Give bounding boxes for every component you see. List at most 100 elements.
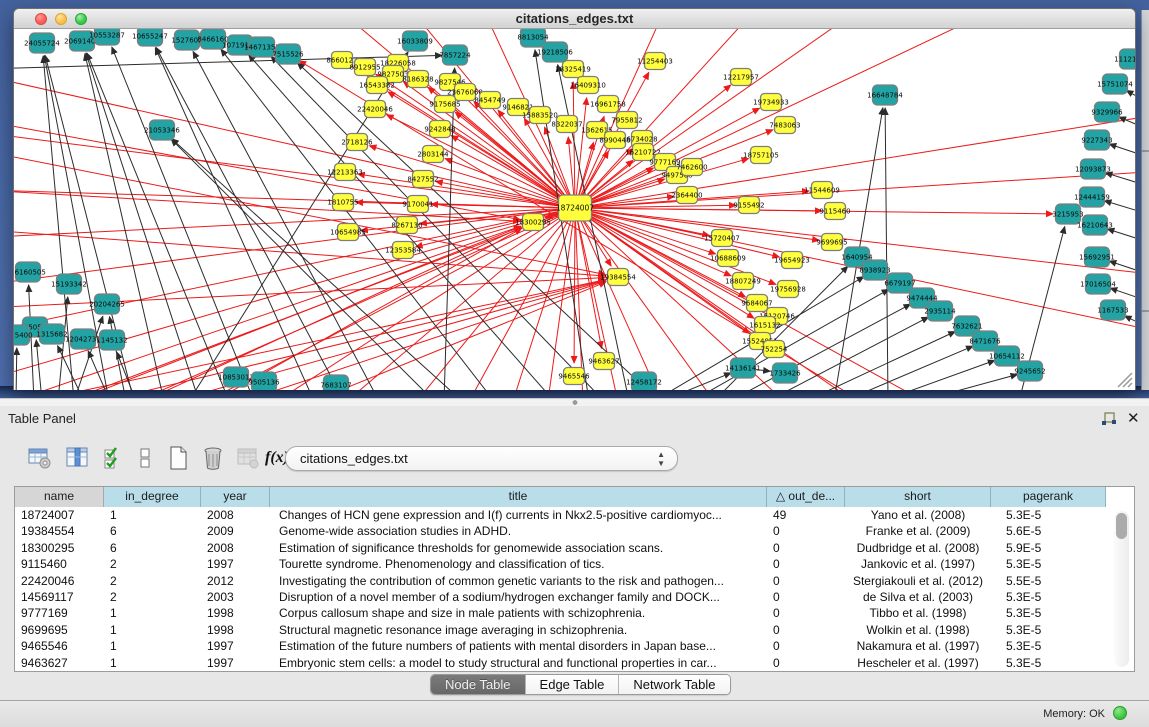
graph-node[interactable]: 7955812 <box>611 112 642 129</box>
table-cell[interactable]: Investigating the contribution of common… <box>270 573 767 589</box>
graph-node[interactable]: 18325419 <box>555 61 591 78</box>
table-cell[interactable]: 2 <box>104 573 201 589</box>
table-cell[interactable]: Jankovic et al. (1997) <box>845 556 991 572</box>
graph-node[interactable]: 19218506 <box>537 42 573 62</box>
table-cell[interactable]: 5.3E-5 <box>991 556 1106 572</box>
table-cell[interactable]: 49 <box>767 507 845 523</box>
graph-node[interactable]: 8912955 <box>349 59 380 76</box>
graph-node[interactable]: 15692951 <box>1079 247 1115 267</box>
network-view-window[interactable]: citations_edges.txt 18724007866012389129… <box>13 8 1136 390</box>
graph-node[interactable]: 10655247 <box>132 29 168 46</box>
table-cell[interactable]: 0 <box>767 622 845 638</box>
graph-node[interactable]: 17016504 <box>1080 274 1116 294</box>
table-cell[interactable]: 0 <box>767 655 845 671</box>
tab-network-table[interactable]: Network Table <box>619 675 729 695</box>
table-row[interactable]: 1872400712008Changes of HCN gene express… <box>15 507 1134 523</box>
graph-node[interactable]: 7683107 <box>320 375 351 390</box>
table-cell[interactable]: 2008 <box>201 507 270 523</box>
graph-node[interactable]: 11544609 <box>804 182 840 199</box>
deselect-all-button[interactable] <box>130 443 160 473</box>
table-header-row[interactable]: name in_degree year title △ out_de... sh… <box>15 487 1134 507</box>
table-row[interactable]: 969969511998Structural magnetic resonanc… <box>15 622 1134 638</box>
table-cell[interactable]: 5.3E-5 <box>991 589 1106 605</box>
table-cell[interactable]: 18724007 <box>15 507 104 523</box>
table-cell[interactable]: 2008 <box>201 540 270 556</box>
node-attribute-table[interactable]: name in_degree year title △ out_de... sh… <box>14 486 1135 672</box>
network-graph[interactable]: 1872400786601238912955182260589827503165… <box>14 29 1135 390</box>
table-cell[interactable]: 5.3E-5 <box>991 655 1106 671</box>
graph-node[interactable]: 8267130 <box>391 217 422 234</box>
table-cell[interactable]: 2009 <box>201 523 270 539</box>
table-cell[interactable]: 0 <box>767 573 845 589</box>
graph-node[interactable]: 1145132 <box>96 330 127 350</box>
graph-node[interactable]: 9699695 <box>816 234 847 251</box>
graph-node[interactable]: 9245652 <box>1014 361 1045 381</box>
graph-node[interactable]: 8454749 <box>474 92 505 109</box>
graph-node[interactable]: 752254 <box>761 341 788 358</box>
graph-node[interactable]: 26160505 <box>14 262 46 282</box>
graph-node[interactable]: 8427552 <box>407 171 438 188</box>
table-cell[interactable]: 1997 <box>201 655 270 671</box>
column-header-title[interactable]: title <box>270 487 767 507</box>
table-vertical-scrollbar[interactable] <box>1114 511 1129 667</box>
graph-node[interactable]: 12093873 <box>1075 159 1111 179</box>
table-cell[interactable]: Tibbo et al. (1998) <box>845 605 991 621</box>
table-cell[interactable]: Structural magnetic resonance image aver… <box>270 622 767 638</box>
graph-node[interactable]: 8938923 <box>859 260 890 280</box>
table-cell[interactable]: 5.3E-5 <box>991 638 1106 654</box>
minimize-window-button[interactable] <box>55 13 67 25</box>
graph-node[interactable]: 9175685 <box>429 96 460 113</box>
graph-node[interactable]: 24055724 <box>24 33 60 53</box>
table-cell[interactable]: 2003 <box>201 589 270 605</box>
float-panel-icon[interactable] <box>1101 411 1117 427</box>
graph-node[interactable]: 18757105 <box>743 147 779 164</box>
table-cell[interactable]: Dudbridge et al. (2008) <box>845 540 991 556</box>
table-type-segmented-control[interactable]: Node Table Edge Table Network Table <box>430 674 731 695</box>
graph-node[interactable]: 9115460 <box>819 203 850 220</box>
graph-node[interactable]: 2364400 <box>671 187 702 204</box>
table-cell[interactable]: 1998 <box>201 622 270 638</box>
panel-splitter[interactable] <box>0 398 1149 406</box>
memory-ok-indicator[interactable] <box>1113 706 1127 720</box>
scrollbar-thumb[interactable] <box>1116 513 1127 539</box>
graph-node[interactable]: 19756928 <box>770 281 806 298</box>
table-row[interactable]: 1938455462009Genome-wide association stu… <box>15 523 1134 539</box>
table-cell[interactable]: 1 <box>104 655 201 671</box>
table-cell[interactable]: 9777169 <box>15 605 104 621</box>
graph-node[interactable]: 16648784 <box>867 85 903 105</box>
table-cell[interactable]: de Silva et al. (2003) <box>845 589 991 605</box>
table-cell[interactable]: 14569117 <box>15 589 104 605</box>
table-body[interactable]: 1872400712008Changes of HCN gene express… <box>15 507 1134 671</box>
network-table-selector[interactable]: citations_edges.txt ▲▼ <box>285 446 678 471</box>
tab-edge-table[interactable]: Edge Table <box>526 675 620 695</box>
table-cell[interactable]: 2012 <box>201 573 270 589</box>
graph-node[interactable]: 15193342 <box>51 274 87 294</box>
table-cell[interactable]: Corpus callosum shape and size in male p… <box>270 605 767 621</box>
table-cell[interactable]: 0 <box>767 638 845 654</box>
table-cell[interactable]: 5.5E-5 <box>991 573 1106 589</box>
column-header-in-degree[interactable]: in_degree <box>104 487 201 507</box>
table-cell[interactable]: 0 <box>767 589 845 605</box>
table-cell[interactable]: 5.3E-5 <box>991 622 1106 638</box>
graph-node[interactable]: 1167533 <box>1097 300 1128 320</box>
table-cell[interactable]: Yano et al. (2008) <box>845 507 991 523</box>
table-row[interactable]: 1830029562008Estimation of significance … <box>15 540 1134 556</box>
graph-node[interactable]: 11254403 <box>637 53 673 70</box>
graph-node[interactable]: 8186328 <box>402 71 433 88</box>
column-header-name[interactable]: name <box>15 487 104 507</box>
table-cell[interactable]: Wolkin et al. (1998) <box>845 622 991 638</box>
column-header-out-degree[interactable]: △ out_de... <box>767 487 845 507</box>
column-header-year[interactable]: year <box>201 487 270 507</box>
graph-node[interactable]: 20204265 <box>89 294 125 314</box>
graph-node[interactable]: 2935114 <box>924 301 956 321</box>
table-cell[interactable]: Stergiakouli et al. (2012) <box>845 573 991 589</box>
table-cell[interactable]: 2 <box>104 556 201 572</box>
graph-node[interactable]: 9155492 <box>733 197 764 214</box>
table-cell[interactable]: 1 <box>104 622 201 638</box>
table-cell[interactable]: 19384554 <box>15 523 104 539</box>
table-cell[interactable]: Tourette syndrome. Phenomenology and cla… <box>270 556 767 572</box>
table-cell[interactable]: 1 <box>104 507 201 523</box>
table-cell[interactable]: Estimation of significance thresholds fo… <box>270 540 767 556</box>
table-cell[interactable]: 5.6E-5 <box>991 523 1106 539</box>
graph-node[interactable]: 19654923 <box>774 252 810 269</box>
